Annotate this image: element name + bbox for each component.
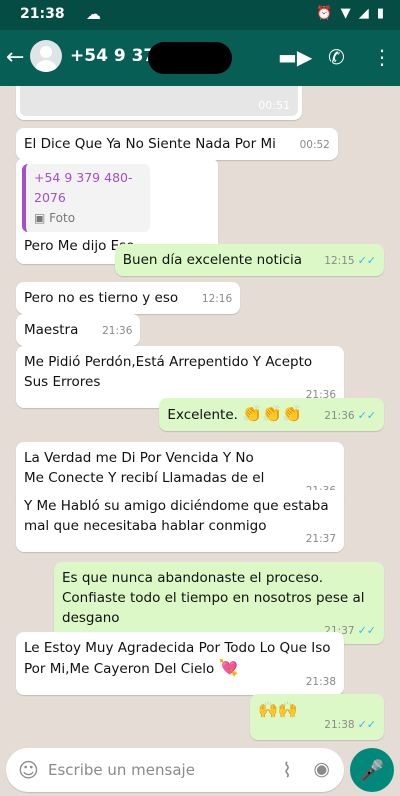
message-text: La Verdad me Di Por Vencida Y No Me Cone… xyxy=(24,450,265,486)
read-ticks-icon: ✓✓ xyxy=(357,624,376,637)
emoji-icon[interactable]: ☺ xyxy=(18,758,39,782)
message-text: Y Me Habló su amigo diciéndome que estab… xyxy=(24,498,329,534)
message-incoming[interactable]: Maestra 21:36 xyxy=(16,314,141,346)
photo-icon: ▣ xyxy=(34,211,46,225)
quoted-sender: +54 9 379 480-2076 xyxy=(34,170,133,205)
message-text: Es que nunca abandonaste el proceso. Con… xyxy=(62,570,365,626)
message-time: 12:15 xyxy=(324,255,355,267)
quoted-type: Foto xyxy=(49,211,76,225)
read-ticks-icon: ✓✓ xyxy=(357,409,376,422)
message-incoming[interactable]: Y Me Habló su amigo diciéndome que estab… xyxy=(16,490,344,552)
overflow-menu-icon[interactable]: ⋮ xyxy=(372,45,392,69)
message-input[interactable]: Escribe un mensaje xyxy=(48,761,195,779)
message-time: 21:36 xyxy=(102,325,133,337)
cloud-icon: ☁ xyxy=(86,5,101,23)
message-incoming[interactable]: Le Estoy Muy Agradecida Por Todo Lo Que … xyxy=(16,632,344,695)
message-outgoing[interactable]: Buen día excelente noticia 12:15 ✓✓ xyxy=(114,244,384,276)
message-time: 21:36 xyxy=(324,410,355,422)
message-emoji: 👏👏👏 xyxy=(242,404,302,423)
camera-icon[interactable]: ◉ xyxy=(313,758,330,780)
message-outgoing[interactable]: Excelente. 👏👏👏 21:36 ✓✓ xyxy=(159,398,384,431)
attach-icon[interactable]: ⌇ xyxy=(282,758,292,782)
chat-area[interactable]: 00:51 El Dice Que Ya No Siente Nada Por … xyxy=(0,86,400,744)
message-text: Pero no es tierno y eso xyxy=(24,290,179,306)
message-text: Buen día excelente noticia xyxy=(122,252,302,268)
chat-header: ← +54 9 379 ▬▶ ✆ ⋮ xyxy=(0,30,400,86)
status-bar: 21:38 ☁ ⏰ ▼ ◢ ▮ xyxy=(0,0,400,30)
status-time: 21:38 xyxy=(20,6,65,22)
message-time: 21:37 xyxy=(305,533,336,545)
message-emoji: 💘 xyxy=(218,658,239,677)
video-call-icon[interactable]: ▬▶ xyxy=(278,45,312,69)
message-text: Excelente. xyxy=(167,407,238,423)
message-time: 21:38 xyxy=(305,676,336,688)
message-text: Me Pidió Perdón,Está Arrepentido Y Acept… xyxy=(24,354,313,390)
back-arrow-icon[interactable]: ← xyxy=(6,45,24,70)
message-emoji: 🙌🙌 xyxy=(258,700,298,719)
mic-icon: 🎤 xyxy=(359,758,385,782)
message-text: Maestra xyxy=(24,322,79,338)
message-incoming[interactable]: El Dice Que Ya No Siente Nada Por Mi 00:… xyxy=(16,128,338,160)
message-outgoing[interactable]: 🙌🙌 21:38 ✓✓ xyxy=(250,694,384,740)
read-ticks-icon: ✓✓ xyxy=(357,718,376,731)
message-incoming[interactable]: Pero no es tierno y eso 12:16 xyxy=(16,282,241,314)
message-text: El Dice Que Ya No Siente Nada Por Mi xyxy=(24,136,276,152)
message-time: 21:38 xyxy=(324,719,355,731)
message-time: 12:16 xyxy=(201,293,233,305)
video-duration: 00:51 xyxy=(258,99,290,112)
mic-button[interactable]: 🎤 xyxy=(350,748,394,792)
redaction-block xyxy=(148,42,232,74)
read-ticks-icon: ✓✓ xyxy=(357,254,376,267)
message-text: Le Estoy Muy Agradecida Por Todo Lo Que … xyxy=(24,640,331,677)
video-message[interactable]: 00:51 xyxy=(16,86,302,120)
voice-call-icon[interactable]: ✆ xyxy=(328,45,345,69)
avatar[interactable] xyxy=(30,40,62,72)
message-composer: ☺ Escribe un mensaje ⌇ ◉ xyxy=(6,748,344,792)
quoted-message[interactable]: +54 9 379 480-2076 ▣ Foto xyxy=(22,164,150,232)
status-icons: ⏰ ▼ ◢ ▮ xyxy=(316,6,386,21)
message-time: 00:52 xyxy=(299,139,330,151)
